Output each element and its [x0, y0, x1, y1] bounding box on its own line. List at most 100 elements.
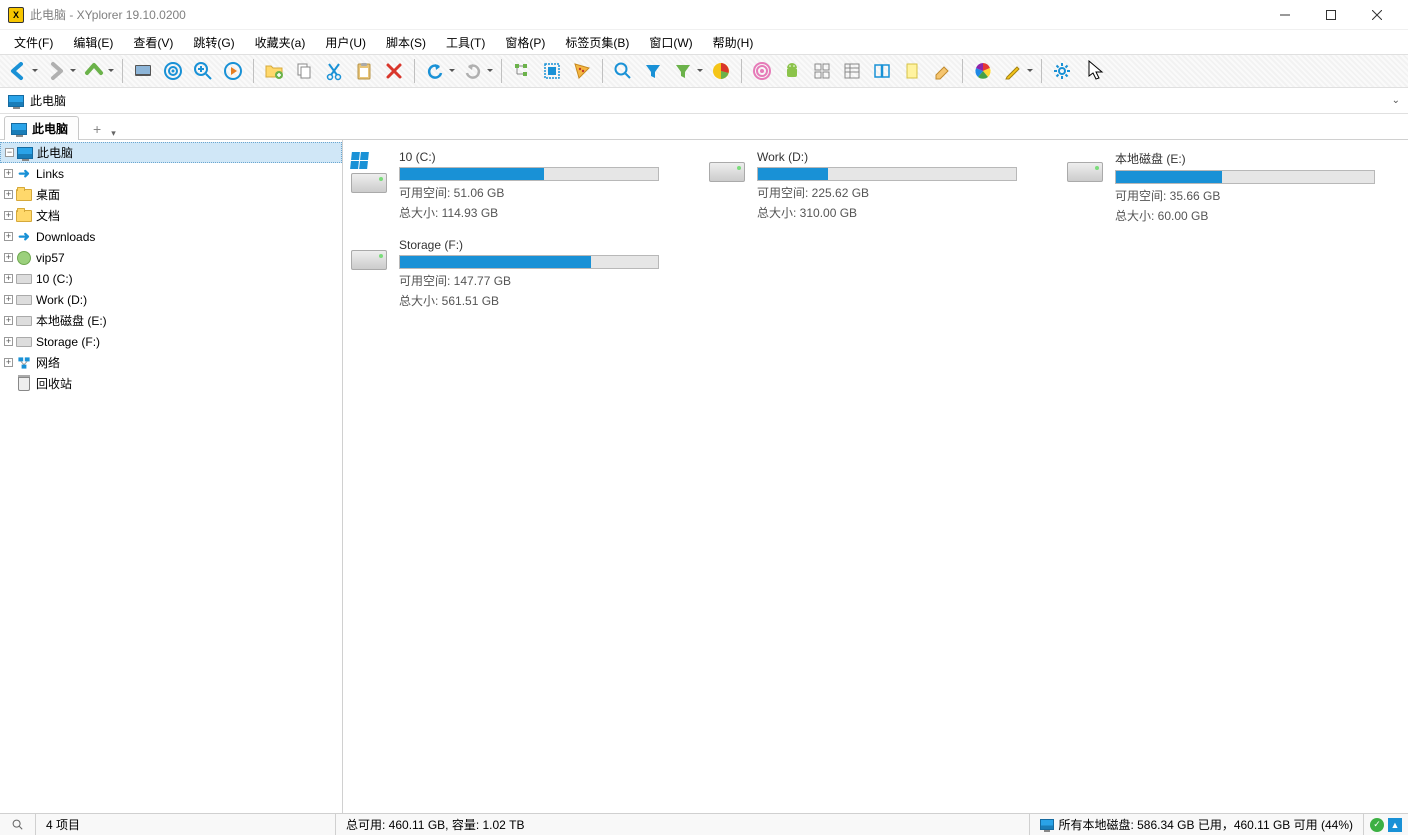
note-icon[interactable] [898, 57, 926, 85]
cut-button[interactable] [320, 57, 348, 85]
select-all-icon[interactable] [538, 57, 566, 85]
status-all-disks: 所有本地磁盘: 586.34 GB 已用，460.11 GB 可用 (44%) [1030, 814, 1364, 835]
drive-item[interactable]: 本地磁盘 (E:) 可用空间: 35.66 GB 总大小: 60.00 GB [1065, 150, 1375, 224]
menu-item[interactable]: 标签页集(B) [555, 32, 639, 53]
android-icon[interactable] [778, 57, 806, 85]
tree-item-label: Work (D:) [36, 293, 87, 307]
drive-item[interactable]: Storage (F:) 可用空间: 147.77 GB 总大小: 561.51… [349, 238, 659, 309]
details-view-icon[interactable] [838, 57, 866, 85]
expand-toggle[interactable]: + [4, 274, 13, 283]
copy-button[interactable] [290, 57, 318, 85]
address-bar[interactable]: 此电脑 ⌄ [0, 88, 1408, 114]
grid-large-icon[interactable] [808, 57, 836, 85]
filter-icon[interactable] [639, 57, 667, 85]
tab-this-pc[interactable]: 此电脑 [4, 116, 79, 140]
expand-toggle[interactable] [4, 379, 13, 388]
maximize-button[interactable] [1308, 0, 1354, 30]
tree-item[interactable]: + 文档 [0, 205, 342, 226]
drive-total-text: 总大小: 561.51 GB [399, 292, 659, 309]
menu-item[interactable]: 编辑(E) [63, 32, 123, 53]
menu-item[interactable]: 跳转(G) [183, 32, 244, 53]
tree-item[interactable]: +➜Downloads [0, 226, 342, 247]
expand-toggle[interactable]: − [5, 148, 14, 157]
folder-tree[interactable]: −此电脑+➜Links+桌面+文档+➜Downloads+vip57+10 (C… [0, 140, 343, 813]
drive-item[interactable]: Work (D:) 可用空间: 225.62 GB 总大小: 310.00 GB [707, 150, 1017, 224]
menu-item[interactable]: 用户(U) [315, 32, 376, 53]
new-folder-button[interactable] [260, 57, 288, 85]
pizza-icon[interactable] [568, 57, 596, 85]
tab-bar: 此电脑 + ▾ [0, 114, 1408, 140]
search-button[interactable] [609, 57, 637, 85]
menu-item[interactable]: 工具(T) [436, 32, 495, 53]
delete-button[interactable] [380, 57, 408, 85]
tree-item-label: 本地磁盘 (E:) [36, 312, 107, 329]
tree-item[interactable]: + vip57 [0, 247, 342, 268]
expand-toggle[interactable]: + [4, 211, 13, 220]
tree-item[interactable]: + 本地磁盘 (E:) [0, 310, 342, 331]
eraser-icon[interactable] [928, 57, 956, 85]
undo-button[interactable] [421, 57, 449, 85]
disk-icon [16, 271, 32, 287]
tab-list-dropdown-icon[interactable]: ▾ [111, 128, 116, 139]
tree-item[interactable]: + 桌面 [0, 184, 342, 205]
status-search-button[interactable] [0, 814, 36, 835]
target-icon[interactable] [159, 57, 187, 85]
tree-item[interactable]: + Work (D:) [0, 289, 342, 310]
forward-button[interactable] [42, 57, 70, 85]
address-dropdown-icon[interactable]: ⌄ [1392, 95, 1400, 106]
tree-item[interactable]: + Storage (F:) [0, 331, 342, 352]
close-button[interactable] [1354, 0, 1400, 30]
play-icon[interactable] [219, 57, 247, 85]
menu-item[interactable]: 窗格(P) [495, 32, 555, 53]
expand-toggle[interactable]: + [4, 190, 13, 199]
drive-item[interactable]: 10 (C:) 可用空间: 51.06 GB 总大小: 114.93 GB [349, 150, 659, 224]
redo-button[interactable] [459, 57, 487, 85]
menu-item[interactable]: 文件(F) [4, 32, 63, 53]
expand-toggle[interactable]: + [4, 253, 13, 262]
tree-item[interactable]: +➜Links [0, 163, 342, 184]
tree-item[interactable]: +网络 [0, 352, 342, 373]
zoom-icon[interactable] [189, 57, 217, 85]
tree-item[interactable]: 回收站 [0, 373, 342, 394]
main-split: −此电脑+➜Links+桌面+文档+➜Downloads+vip57+10 (C… [0, 140, 1408, 813]
drive-icon [1065, 150, 1105, 194]
spiral-icon[interactable] [748, 57, 776, 85]
status-bar: 4 项目 总可用: 460.11 GB, 容量: 1.02 TB 所有本地磁盘:… [0, 813, 1408, 835]
expand-toggle[interactable]: + [4, 316, 13, 325]
filter-green-icon[interactable] [669, 57, 697, 85]
menu-item[interactable]: 窗口(W) [639, 32, 702, 53]
disk-icon [16, 334, 32, 350]
expand-toggle[interactable]: + [4, 232, 13, 241]
settings-gear-icon[interactable] [1048, 57, 1076, 85]
window-controls [1262, 0, 1400, 30]
expand-toggle[interactable]: + [4, 295, 13, 304]
back-button[interactable] [4, 57, 32, 85]
tree-view-icon[interactable] [508, 57, 536, 85]
dual-pane-icon[interactable] [868, 57, 896, 85]
pie-chart-icon[interactable] [707, 57, 735, 85]
add-tab-button[interactable]: + [89, 119, 105, 139]
status-ok-icon: ✓ [1370, 818, 1384, 832]
drives-button[interactable] [129, 57, 157, 85]
color-wheel-icon[interactable] [969, 57, 997, 85]
tree-item[interactable]: +10 (C:) [0, 268, 342, 289]
expand-toggle[interactable]: + [4, 358, 13, 367]
minimize-button[interactable] [1262, 0, 1308, 30]
paste-button[interactable] [350, 57, 378, 85]
expand-toggle[interactable]: + [4, 337, 13, 346]
link-icon: ➜ [16, 166, 32, 182]
tree-item-label: Storage (F:) [36, 335, 100, 349]
content-pane[interactable]: 10 (C:) 可用空间: 51.06 GB 总大小: 114.93 GB Wo… [343, 140, 1408, 813]
tree-item-label: 桌面 [36, 186, 60, 203]
menu-item[interactable]: 收藏夹(a) [245, 32, 316, 53]
menu-item[interactable]: 脚本(S) [376, 32, 436, 53]
expand-toggle[interactable]: + [4, 169, 13, 178]
app-icon: X [8, 7, 24, 23]
up-button[interactable] [80, 57, 108, 85]
tree-item-label: vip57 [36, 251, 65, 265]
tree-item[interactable]: −此电脑 [0, 142, 342, 163]
tree-item-label: 文档 [36, 207, 60, 224]
menu-item[interactable]: 帮助(H) [703, 32, 764, 53]
pencil-icon[interactable] [999, 57, 1027, 85]
menu-item[interactable]: 查看(V) [123, 32, 183, 53]
